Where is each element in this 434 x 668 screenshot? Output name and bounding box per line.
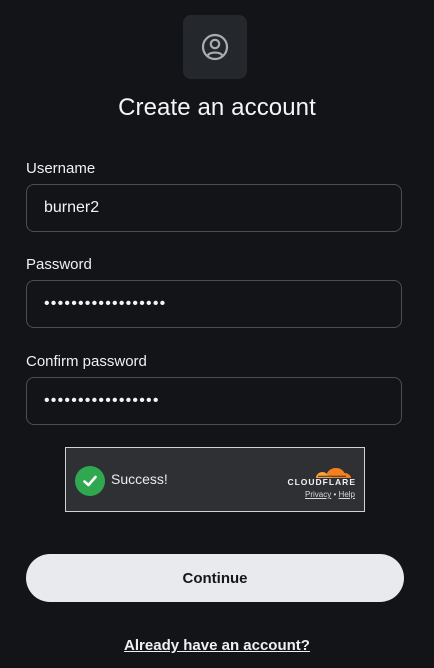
confirm-password-label: Confirm password (26, 353, 147, 370)
privacy-link[interactable]: Privacy (305, 490, 331, 499)
help-link[interactable]: Help (339, 490, 355, 499)
password-field[interactable]: •••••••••••••••••• (26, 280, 402, 328)
confirm-password-value: ••••••••••••••••• (44, 392, 160, 409)
continue-button[interactable]: Continue (26, 554, 404, 602)
password-value: •••••••••••••••••• (44, 295, 167, 312)
links-separator: • (333, 490, 337, 499)
password-label: Password (26, 256, 92, 273)
confirm-password-field[interactable]: ••••••••••••••••• (26, 377, 402, 425)
captcha-links: Privacy • Help (305, 490, 355, 499)
captcha-status: Success! (111, 471, 168, 487)
username-label: Username (26, 160, 96, 177)
avatar-container (183, 15, 247, 79)
cloudflare-wordmark: CLOUDFLARE (287, 477, 356, 487)
page-title: Create an account (118, 94, 316, 121)
username-value: burner2 (44, 199, 100, 216)
username-field[interactable]: burner2 (26, 184, 402, 232)
check-icon (83, 475, 97, 487)
captcha-widget[interactable]: Success! CLOUDFLARE Privacy • Help (65, 447, 365, 512)
captcha-success-indicator (75, 466, 105, 496)
user-circle-icon (201, 33, 229, 61)
login-link[interactable]: Already have an account? (0, 637, 434, 654)
